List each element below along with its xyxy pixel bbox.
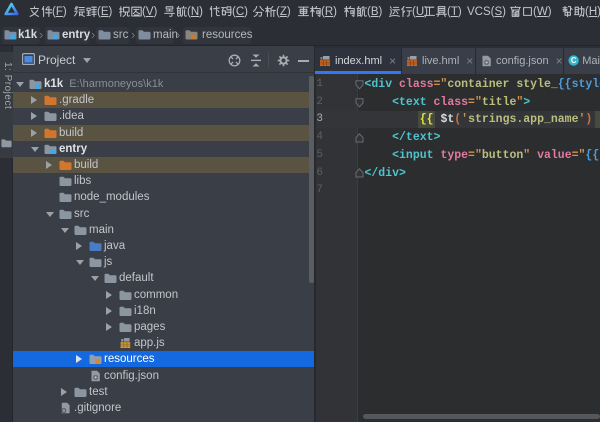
- svg-text:C: C: [571, 56, 577, 65]
